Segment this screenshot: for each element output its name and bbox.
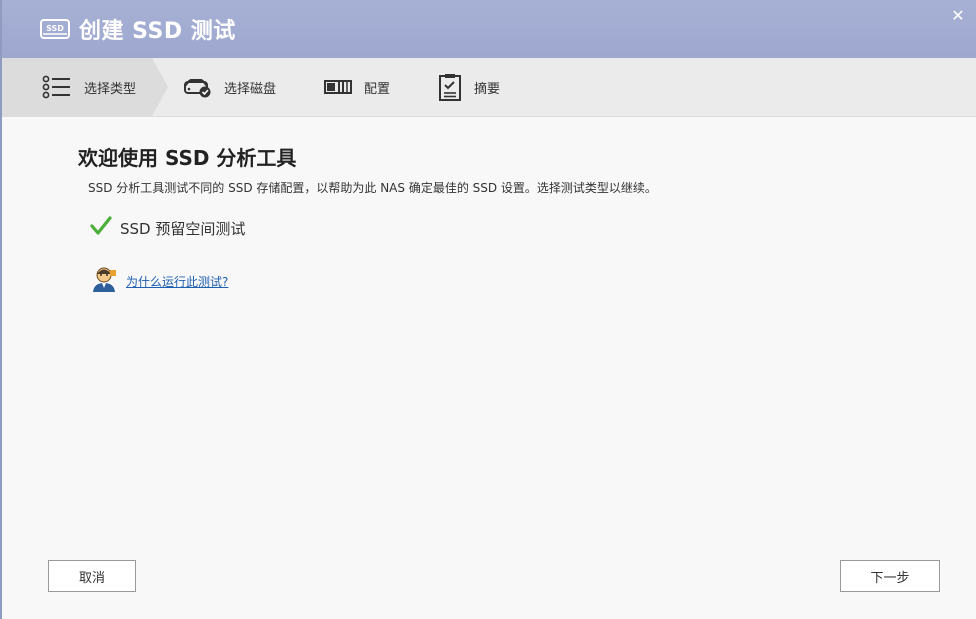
test-type-option-overprovisioning[interactable]: SSD 预留空间测试 [90, 216, 245, 240]
step-select-disk: 选择磁盘 [184, 58, 276, 116]
step-label: 摘要 [474, 81, 501, 97]
title-bar: SSD 创建 SSD 测试 ✕ [2, 0, 976, 58]
step-summary: 摘要 [438, 58, 500, 116]
config-icon [324, 79, 352, 95]
step-label: 配置 [364, 81, 391, 97]
close-icon[interactable]: ✕ [950, 8, 966, 24]
next-button[interactable]: 下一步 [840, 560, 940, 592]
create-ssd-test-dialog: SSD 创建 SSD 测试 ✕ 选择类型 选择磁盘 配置 摘要 欢迎使用 SSD… [0, 0, 976, 619]
cancel-button[interactable]: 取消 [48, 560, 136, 592]
step-configure: 配置 [324, 58, 390, 116]
active-step-arrow [152, 58, 168, 116]
option-label: SSD 预留空间测试 [120, 219, 246, 238]
wizard-steps: 选择类型 选择磁盘 配置 摘要 [2, 58, 976, 117]
step-label: 选择类型 [84, 81, 137, 97]
disk-check-icon [184, 76, 212, 98]
step-label: 选择磁盘 [224, 81, 277, 97]
why-run-test-link[interactable]: 为什么运行此测试? [126, 273, 228, 290]
help-person-icon [90, 266, 118, 296]
svg-text:SSD: SSD [46, 24, 64, 33]
page-heading: 欢迎使用 SSD 分析工具 [78, 146, 297, 170]
checkmark-icon [90, 216, 112, 240]
step-select-type: 选择类型 [42, 58, 136, 116]
window-title: 创建 SSD 测试 [79, 19, 236, 44]
ssd-icon: SSD [40, 18, 70, 40]
clipboard-icon [438, 73, 462, 101]
page-description: SSD 分析工具测试不同的 SSD 存储配置，以帮助为此 NAS 确定最佳的 S… [88, 181, 657, 195]
list-icon [42, 75, 72, 99]
help-row: 为什么运行此测试? [90, 266, 228, 296]
